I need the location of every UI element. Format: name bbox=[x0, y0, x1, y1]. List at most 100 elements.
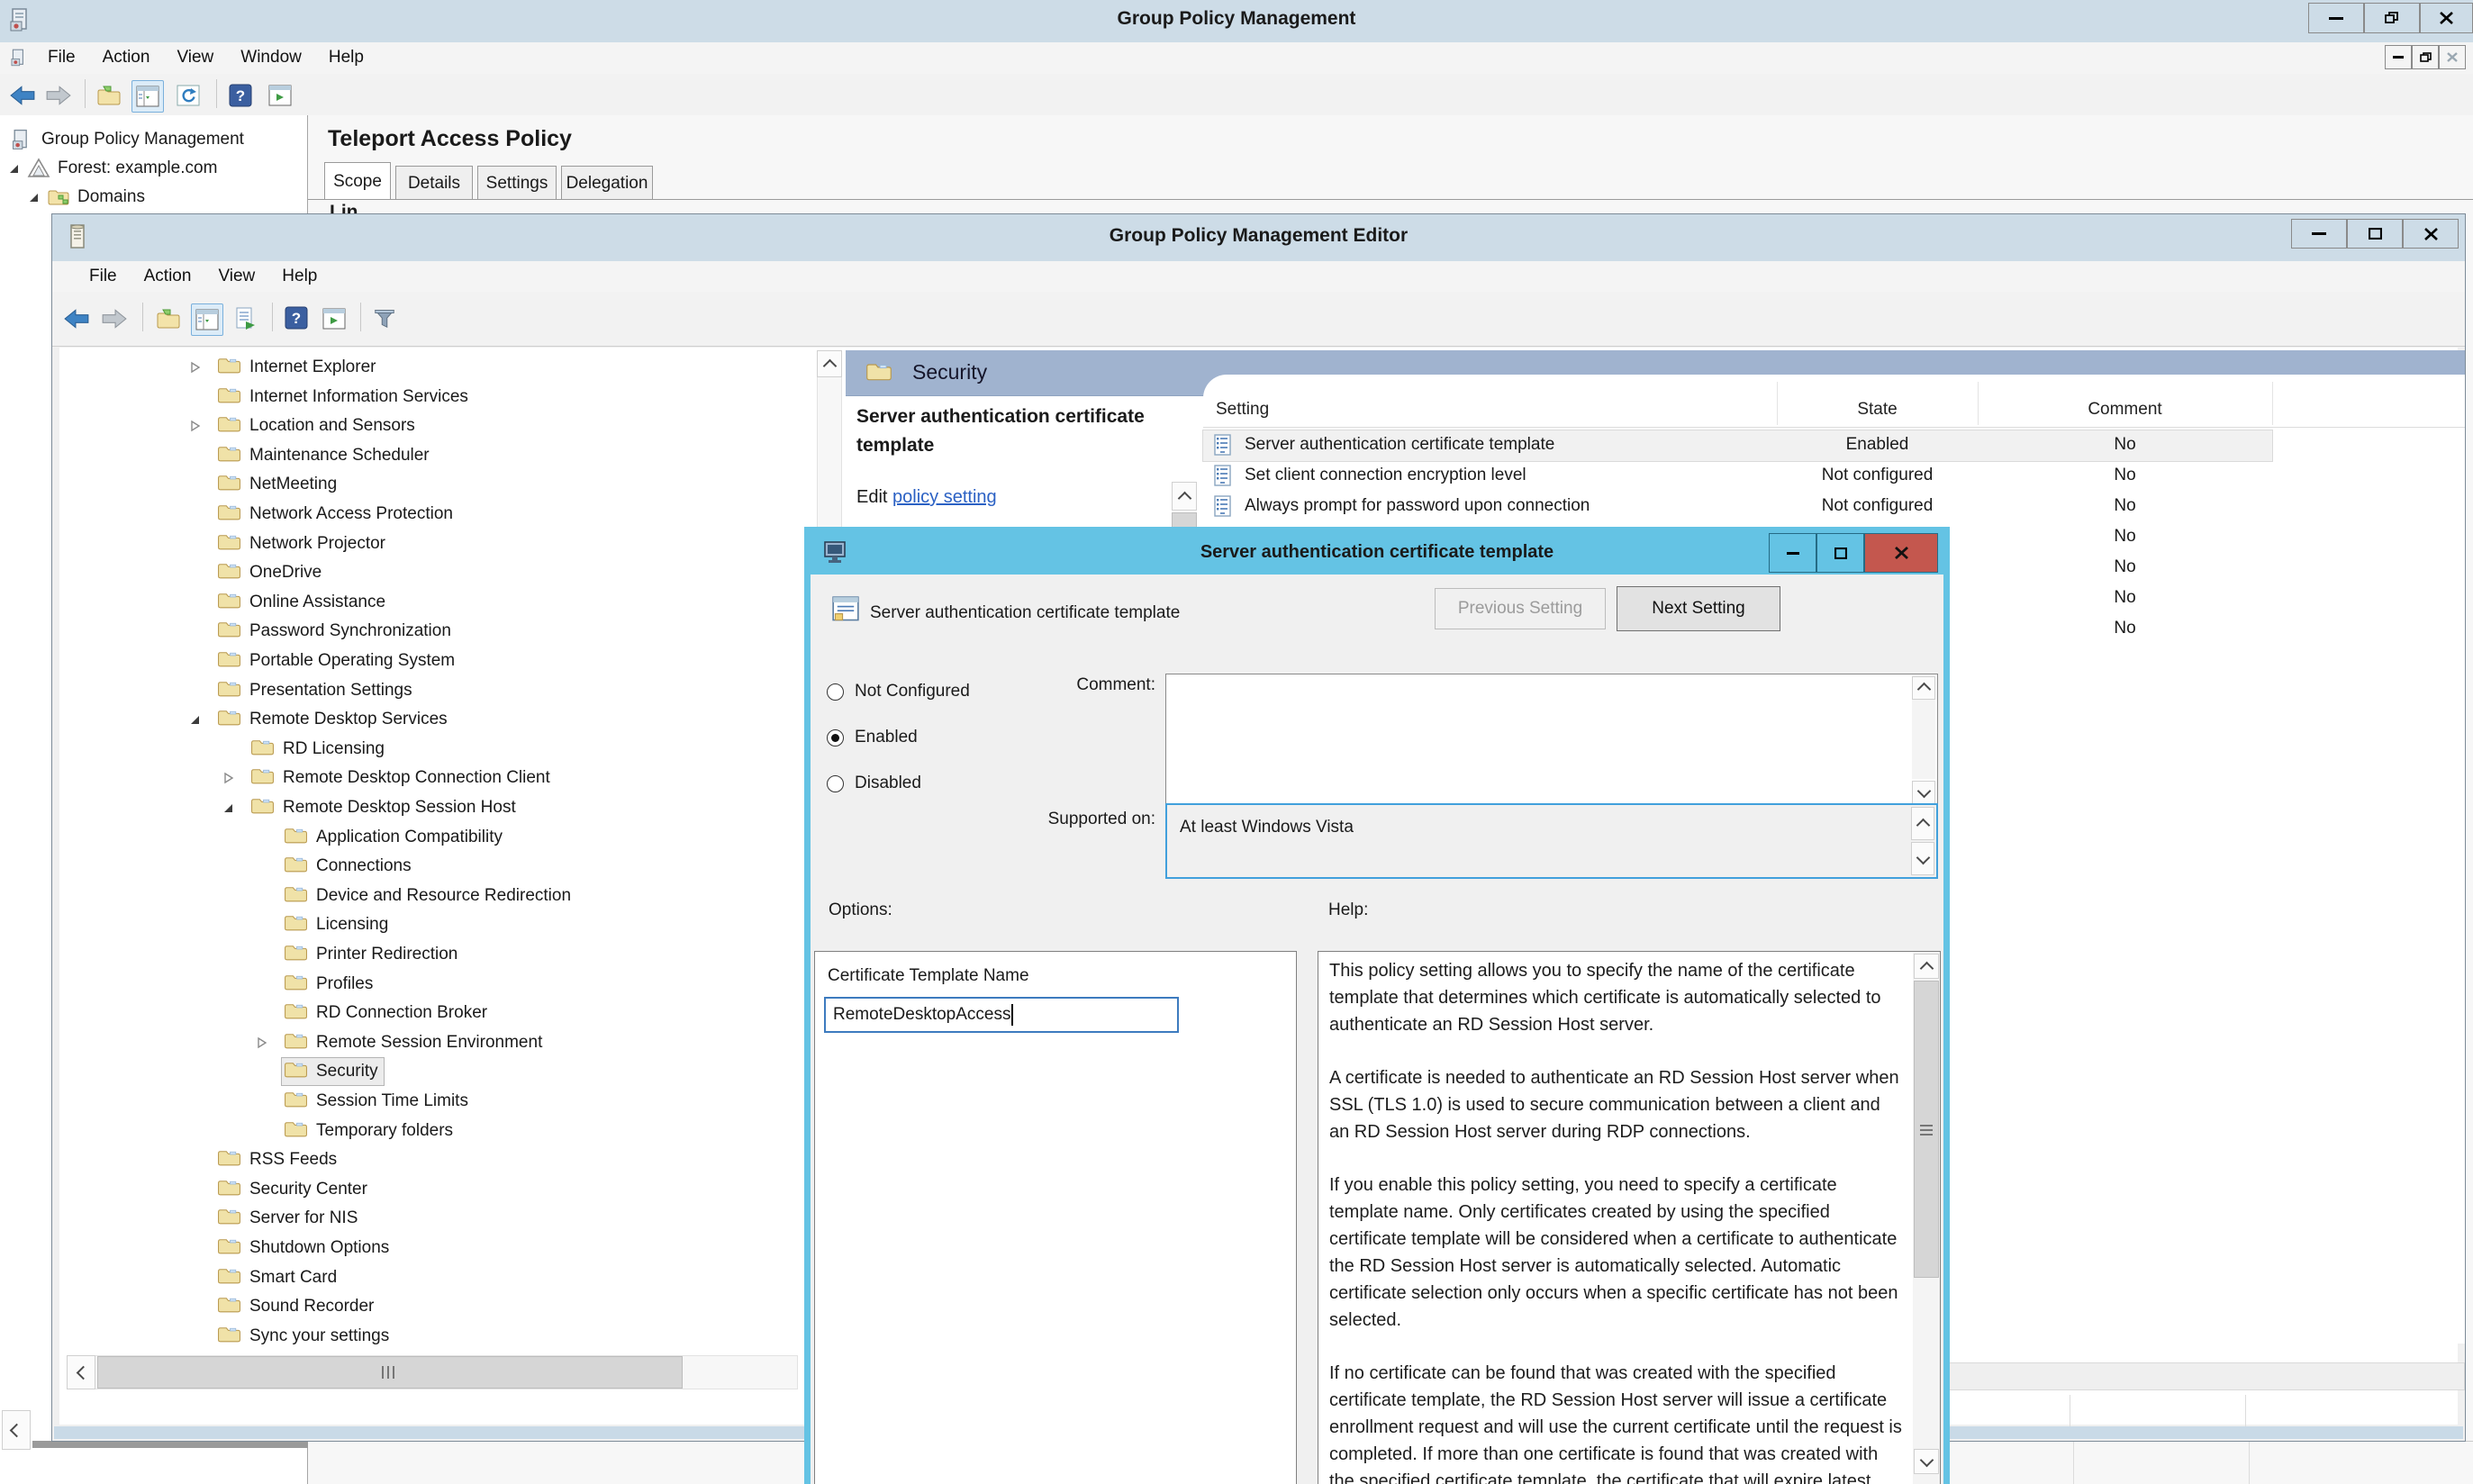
tree-item-location-and-sensors[interactable]: Location and Sensors bbox=[59, 412, 816, 440]
tree-item-sync-your-settings[interactable]: Sync your settings bbox=[59, 1323, 816, 1351]
tree-item-online-assistance[interactable]: Online Assistance bbox=[59, 589, 816, 617]
tree-item-profiles[interactable]: Profiles bbox=[59, 971, 816, 999]
tree-item-internet-explorer[interactable]: Internet Explorer bbox=[59, 354, 816, 382]
radio-circle-icon[interactable] bbox=[827, 775, 844, 792]
forward-icon[interactable] bbox=[99, 303, 130, 334]
column-header-comment[interactable]: Comment bbox=[1978, 400, 2272, 420]
column-header-state[interactable]: State bbox=[1777, 400, 1978, 420]
help-scroll-down-button[interactable] bbox=[1914, 1449, 1939, 1474]
tree-item-security[interactable]: Security bbox=[59, 1058, 816, 1086]
tree-item-onedrive[interactable]: OneDrive bbox=[59, 559, 816, 587]
collapsed-expander-icon[interactable] bbox=[190, 420, 201, 437]
editor-menu-help[interactable]: Help bbox=[268, 261, 331, 292]
tree-item-remote-session-environment[interactable]: Remote Session Environment bbox=[59, 1029, 816, 1057]
settings-row-server-authentication-certificate-template[interactable]: Server authentication certificate templa… bbox=[1203, 430, 2272, 461]
close-button[interactable] bbox=[2420, 3, 2473, 33]
show-console-tree-icon[interactable] bbox=[191, 303, 223, 336]
previous-setting-button[interactable]: Previous Setting bbox=[1435, 588, 1606, 629]
minimize-button[interactable] bbox=[2308, 3, 2364, 33]
show-console-tree-icon[interactable] bbox=[131, 80, 164, 113]
tree-item-security-center[interactable]: Security Center bbox=[59, 1176, 816, 1204]
export-list-icon[interactable] bbox=[231, 303, 261, 334]
radio-enabled[interactable]: Enabled bbox=[827, 726, 918, 749]
tree-item-maintenance-scheduler[interactable]: Maintenance Scheduler bbox=[59, 442, 816, 470]
tree-item-shutdown-options[interactable]: Shutdown Options bbox=[59, 1235, 816, 1262]
tree-item-sound-recorder[interactable]: Sound Recorder bbox=[59, 1293, 816, 1321]
child-close-button[interactable] bbox=[2439, 45, 2466, 69]
description-vscroll-up-button[interactable] bbox=[1172, 482, 1197, 511]
tree-hscroll-thumb[interactable] bbox=[97, 1356, 683, 1389]
tree-item-rd-licensing[interactable]: RD Licensing bbox=[59, 736, 816, 764]
radio-circle-icon[interactable] bbox=[827, 729, 844, 747]
next-setting-button[interactable]: Next Setting bbox=[1617, 586, 1780, 631]
supported-scroll-down-button[interactable] bbox=[1911, 842, 1934, 875]
editor-menu-view[interactable]: View bbox=[204, 261, 268, 292]
main-menu-view[interactable]: View bbox=[163, 42, 227, 73]
tree-item-forest[interactable]: Forest: example.com bbox=[9, 158, 217, 179]
main-menu-action[interactable]: Action bbox=[89, 42, 164, 73]
filter-icon[interactable] bbox=[369, 303, 400, 334]
tree-item-network-projector[interactable]: Network Projector bbox=[59, 530, 816, 558]
child-restore-button[interactable] bbox=[2412, 45, 2439, 69]
child-minimize-button[interactable] bbox=[2385, 45, 2412, 69]
dialog-minimize-button[interactable] bbox=[1769, 533, 1816, 573]
collapsed-expander-icon[interactable] bbox=[257, 1036, 267, 1054]
editor-close-button[interactable] bbox=[2403, 219, 2459, 249]
restore-button[interactable] bbox=[2364, 3, 2420, 33]
expanded-expander-icon[interactable] bbox=[190, 713, 201, 730]
radio-not-configured[interactable]: Not Configured bbox=[827, 680, 970, 703]
tree-item-password-synchronization[interactable]: Password Synchronization bbox=[59, 618, 816, 646]
tree-item-session-time-limits[interactable]: Session Time Limits bbox=[59, 1088, 816, 1116]
tree-item-device-and-resource-redirection[interactable]: Device and Resource Redirection bbox=[59, 882, 816, 910]
editor-titlebar[interactable]: Group Policy Management Editor bbox=[52, 214, 2465, 262]
export-folder-icon[interactable] bbox=[153, 303, 184, 334]
main-menu-file[interactable]: File bbox=[34, 42, 89, 73]
refresh-icon[interactable] bbox=[173, 80, 204, 111]
policy-setting-link[interactable]: policy setting bbox=[892, 487, 997, 507]
editor-maximize-button[interactable] bbox=[2347, 219, 2403, 249]
dialog-titlebar[interactable]: Server authentication certificate templa… bbox=[811, 533, 1943, 575]
dialog-close-button[interactable] bbox=[1864, 533, 1938, 573]
editor-menu-action[interactable]: Action bbox=[131, 261, 205, 292]
help-icon[interactable]: ? bbox=[281, 303, 312, 333]
tab-delegation[interactable]: Delegation bbox=[561, 166, 653, 200]
tree-item-internet-information-services[interactable]: Internet Information Services bbox=[59, 384, 816, 412]
radio-circle-icon[interactable] bbox=[827, 683, 844, 701]
collapsed-expander-icon[interactable] bbox=[223, 772, 234, 789]
expanded-expander-icon[interactable] bbox=[223, 801, 234, 819]
main-menu-window[interactable]: Window bbox=[227, 42, 315, 73]
tree-item-connections[interactable]: Connections bbox=[59, 853, 816, 881]
tree-item-network-access-protection[interactable]: Network Access Protection bbox=[59, 501, 816, 529]
main-hscroll-left-button[interactable] bbox=[2, 1410, 31, 1450]
tree-item-licensing[interactable]: Licensing bbox=[59, 911, 816, 939]
supported-on-box[interactable]: At least Windows Vista bbox=[1165, 803, 1938, 879]
dialog-maximize-button[interactable] bbox=[1816, 533, 1864, 573]
back-icon[interactable] bbox=[7, 80, 38, 111]
help-scroll-up-button[interactable] bbox=[1914, 954, 1939, 979]
tab-settings[interactable]: Settings bbox=[477, 166, 557, 200]
tree-item-application-compatibility[interactable]: Application Compatibility bbox=[59, 824, 816, 852]
tree-item-smart-card[interactable]: Smart Card bbox=[59, 1264, 816, 1292]
back-icon[interactable] bbox=[61, 303, 92, 334]
tree-item-group-policy-management[interactable]: Group Policy Management bbox=[9, 128, 244, 151]
editor-menu-file[interactable]: File bbox=[76, 261, 131, 292]
export-folder-icon[interactable] bbox=[94, 80, 124, 111]
tree-item-rss-feeds[interactable]: RSS Feeds bbox=[59, 1146, 816, 1174]
tree-item-netmeeting[interactable]: NetMeeting bbox=[59, 471, 816, 499]
tree-item-server-for-nis[interactable]: Server for NIS bbox=[59, 1205, 816, 1233]
settings-row-set-client-connection-encryption-level[interactable]: Set client connection encryption levelNo… bbox=[1203, 461, 2272, 492]
tree-item-printer-redirection[interactable]: Printer Redirection bbox=[59, 941, 816, 969]
collapsed-expander-icon[interactable] bbox=[190, 361, 201, 378]
help-scroll-thumb[interactable] bbox=[1914, 981, 1939, 1278]
tab-scope[interactable]: Scope bbox=[324, 162, 391, 200]
tree-item-portable-operating-system[interactable]: Portable Operating System bbox=[59, 647, 816, 675]
settings-row-always-prompt-for-password-upon-connection[interactable]: Always prompt for password upon connecti… bbox=[1203, 492, 2272, 522]
tree-item-remote-desktop-session-host[interactable]: Remote Desktop Session Host bbox=[59, 794, 816, 822]
supported-scroll-up-button[interactable] bbox=[1911, 807, 1934, 840]
forward-icon[interactable] bbox=[43, 80, 74, 111]
certificate-template-name-input[interactable]: RemoteDesktopAccess bbox=[824, 997, 1179, 1033]
editor-minimize-button[interactable] bbox=[2291, 219, 2347, 249]
tree-item-domains[interactable]: Domains bbox=[29, 187, 145, 207]
radio-disabled[interactable]: Disabled bbox=[827, 772, 921, 795]
tree-hscroll-left-button[interactable] bbox=[67, 1355, 95, 1389]
